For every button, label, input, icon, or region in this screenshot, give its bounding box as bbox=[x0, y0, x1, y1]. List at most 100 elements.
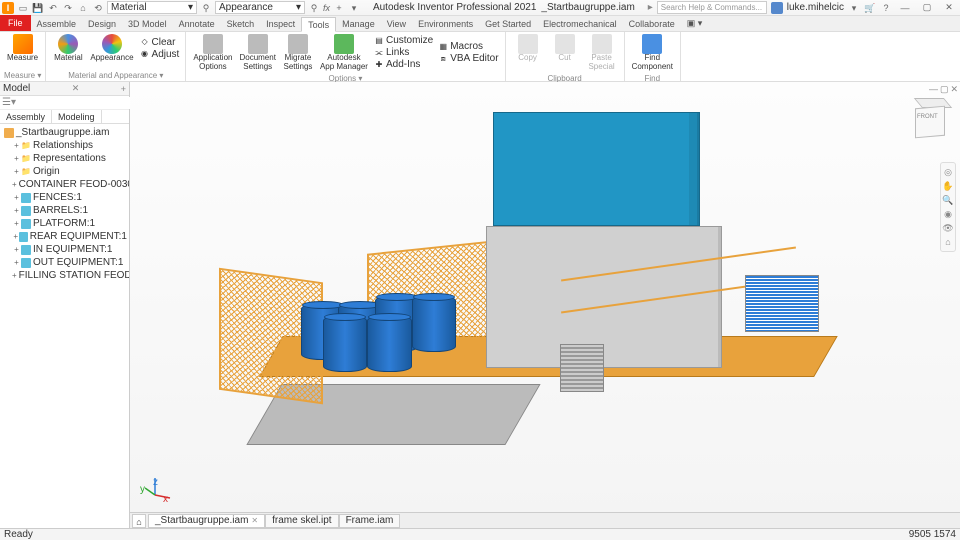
material-dropdown[interactable]: Material▾ bbox=[107, 1, 197, 14]
inventor-logo-icon[interactable]: I bbox=[2, 2, 14, 14]
expand-icon[interactable]: + bbox=[12, 180, 17, 189]
app-manager-button[interactable]: Autodesk App Manager bbox=[317, 33, 371, 73]
tab-electromechanical[interactable]: Electromechanical bbox=[537, 16, 623, 31]
tab-assembly-view[interactable]: Assembly bbox=[0, 110, 52, 123]
tab-environments[interactable]: Environments bbox=[412, 16, 479, 31]
close-button[interactable]: ✕ bbox=[940, 1, 958, 15]
cart-icon[interactable]: 🛒 bbox=[864, 2, 876, 14]
clear-button[interactable]: ◇Clear bbox=[138, 36, 182, 48]
expand-icon[interactable]: + bbox=[12, 271, 17, 280]
vp-maximize-icon[interactable]: ▢ bbox=[940, 84, 949, 95]
doc-tab[interactable]: Frame.iam bbox=[339, 514, 401, 528]
expand-icon[interactable]: + bbox=[12, 206, 21, 215]
adjust-button[interactable]: ◉Adjust bbox=[138, 48, 182, 60]
tab-inspect[interactable]: Inspect bbox=[260, 16, 301, 31]
user-caret-icon[interactable]: ▾ bbox=[848, 2, 860, 14]
pipette-icon[interactable]: ⚲ bbox=[200, 2, 212, 14]
fx-icon[interactable]: fx bbox=[323, 3, 330, 13]
restore-button[interactable]: ▢ bbox=[918, 1, 936, 15]
user-name[interactable]: luke.mihelcic bbox=[787, 2, 844, 13]
save-icon[interactable]: 💾 bbox=[32, 2, 44, 14]
redo-icon[interactable]: ↷ bbox=[62, 2, 74, 14]
doc-settings-button[interactable]: Document Settings bbox=[236, 33, 278, 73]
model-browser-close-icon[interactable]: ✕ bbox=[72, 83, 80, 94]
panel-label[interactable]: Material and Appearance ▾ bbox=[50, 71, 181, 80]
model-search-input[interactable] bbox=[18, 97, 135, 109]
expand-icon[interactable]: + bbox=[12, 154, 21, 163]
tab-collaborate[interactable]: Collaborate bbox=[623, 16, 681, 31]
tab-overflow[interactable]: ▣ ▾ bbox=[681, 16, 709, 31]
expand-icon[interactable]: + bbox=[12, 245, 21, 254]
user-avatar-icon[interactable] bbox=[771, 2, 783, 14]
expand-icon[interactable]: + bbox=[12, 141, 21, 150]
home-tab-button[interactable]: ⌂ bbox=[132, 514, 146, 528]
tab-manage[interactable]: Manage bbox=[336, 16, 381, 31]
graphics-viewport[interactable]: — ▢ ✕ FRONT ◎ ✋ 🔍 ◉ 👁 ⌂ z y x bbox=[130, 82, 960, 528]
tab-tools[interactable]: Tools bbox=[301, 17, 336, 32]
tree-node[interactable]: +📁Origin bbox=[2, 165, 127, 178]
tab-modeling-view[interactable]: Modeling bbox=[52, 110, 102, 123]
tab-file[interactable]: File bbox=[0, 15, 31, 31]
tree-node[interactable]: +CONTAINER FEOD-00303735:1 bbox=[2, 178, 127, 191]
expand-icon[interactable]: + bbox=[12, 258, 21, 267]
nav-orbit-icon[interactable]: ◉ bbox=[942, 208, 954, 220]
material-button[interactable]: Material bbox=[50, 33, 86, 64]
nav-wheel-icon[interactable]: ◎ bbox=[942, 166, 954, 178]
tab-view[interactable]: View bbox=[381, 16, 412, 31]
viewcube[interactable]: FRONT bbox=[910, 102, 950, 142]
appearance-button[interactable]: Appearance bbox=[87, 33, 136, 64]
undo-icon[interactable]: ↶ bbox=[47, 2, 59, 14]
appearance-dropdown[interactable]: Appearance▾ bbox=[215, 1, 305, 14]
tree-root[interactable]: _Startbaugruppe.iam bbox=[2, 126, 127, 139]
doc-tab[interactable]: frame skel.ipt bbox=[265, 514, 338, 528]
vba-button[interactable]: ⧈VBA Editor bbox=[436, 53, 500, 65]
plus-icon[interactable]: + bbox=[333, 2, 345, 14]
tab-3d-model[interactable]: 3D Model bbox=[122, 16, 173, 31]
tree-node[interactable]: +📁Relationships bbox=[2, 139, 127, 152]
tree-node[interactable]: +FILLING STATION FEOD-00303879:1 bbox=[2, 269, 127, 282]
home-icon[interactable]: ⌂ bbox=[77, 2, 89, 14]
tree-node[interactable]: +IN EQUIPMENT:1 bbox=[2, 243, 127, 256]
vp-minimize-icon[interactable]: — bbox=[929, 84, 938, 95]
find-component-button[interactable]: Find Component bbox=[629, 33, 676, 73]
tab-sketch[interactable]: Sketch bbox=[221, 16, 261, 31]
expand-icon[interactable]: + bbox=[12, 232, 19, 241]
tab-assemble[interactable]: Assemble bbox=[31, 16, 83, 31]
nav-home-icon[interactable]: ⌂ bbox=[942, 236, 954, 248]
tree-node[interactable]: +FENCES:1 bbox=[2, 191, 127, 204]
addins-button[interactable]: ✚Add-Ins bbox=[372, 59, 435, 71]
model-browser-plus-icon[interactable]: + bbox=[121, 84, 126, 94]
nav-look-icon[interactable]: 👁 bbox=[942, 222, 954, 234]
measure-button[interactable]: Measure bbox=[4, 33, 41, 64]
close-tab-icon[interactable]: ✕ bbox=[251, 516, 258, 525]
tab-design[interactable]: Design bbox=[82, 16, 122, 31]
help-icon[interactable]: ? bbox=[880, 2, 892, 14]
tree-node[interactable]: +OUT EQUIPMENT:1 bbox=[2, 256, 127, 269]
vp-close-icon[interactable]: ✕ bbox=[950, 84, 958, 95]
expand-icon[interactable]: + bbox=[12, 193, 21, 202]
tab-get-started[interactable]: Get Started bbox=[479, 16, 537, 31]
panel-label[interactable]: Measure ▾ bbox=[4, 71, 41, 80]
customize-button[interactable]: ▤Customize bbox=[372, 35, 435, 47]
nav-pan-icon[interactable]: ✋ bbox=[942, 180, 954, 192]
tree-node[interactable]: +BARRELS:1 bbox=[2, 204, 127, 217]
doc-tab[interactable]: _Startbaugruppe.iam✕ bbox=[148, 514, 265, 528]
app-options-button[interactable]: Application Options bbox=[190, 33, 235, 73]
filter-icon[interactable]: ☰▾ bbox=[2, 97, 16, 108]
refresh-icon[interactable]: ⟲ bbox=[92, 2, 104, 14]
pipette2-icon[interactable]: ⚲ bbox=[308, 2, 320, 14]
tab-annotate[interactable]: Annotate bbox=[173, 16, 221, 31]
tree-node[interactable]: +PLATFORM:1 bbox=[2, 217, 127, 230]
expand-icon[interactable]: + bbox=[12, 219, 21, 228]
open-icon[interactable]: ▭ bbox=[17, 2, 29, 14]
expand-icon[interactable]: + bbox=[12, 167, 21, 176]
macros-button[interactable]: ▦Macros bbox=[436, 41, 500, 53]
qat-expand-icon[interactable]: ▾ bbox=[348, 2, 360, 14]
links-button[interactable]: ⫘Links bbox=[372, 47, 435, 59]
nav-zoom-icon[interactable]: 🔍 bbox=[942, 194, 954, 206]
tree-node[interactable]: +REAR EQUIPMENT:1 bbox=[2, 230, 127, 243]
help-search-input[interactable]: Search Help & Commands... bbox=[657, 1, 767, 14]
migrate-button[interactable]: Migrate Settings bbox=[280, 33, 316, 73]
viewcube-front-label[interactable]: FRONT bbox=[917, 114, 938, 120]
tree-node[interactable]: +📁Representations bbox=[2, 152, 127, 165]
